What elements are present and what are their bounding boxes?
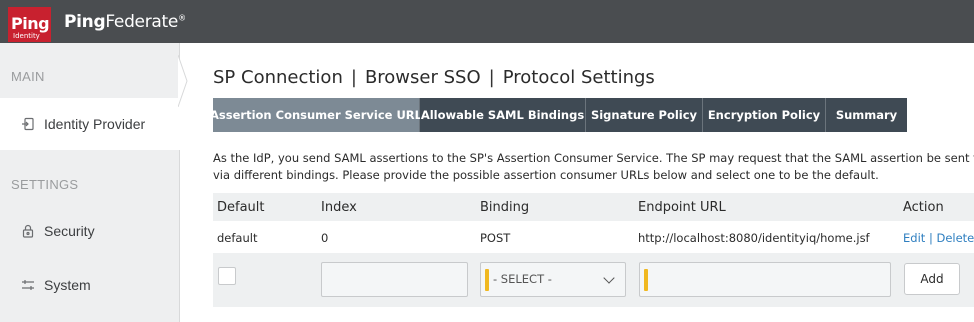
cell-action: Edit | Delete <box>903 231 974 245</box>
tab-encryption-policy[interactable]: Encryption Policy <box>703 98 826 132</box>
tab-assertion-consumer-service-url[interactable]: Assertion Consumer Service URL <box>210 98 422 132</box>
sidebar-item-label: Security <box>44 223 95 239</box>
tab-summary[interactable]: Summary <box>826 98 907 132</box>
ping-identity-logo[interactable]: Ping Identity <box>8 7 51 42</box>
identity-provider-icon <box>20 116 36 132</box>
default-checkbox[interactable] <box>218 267 236 285</box>
edit-link[interactable]: Edit <box>903 231 925 245</box>
sidebar: MAIN Identity Provider SETTINGS Security <box>0 43 180 322</box>
product-name-rest: Federate <box>105 12 179 32</box>
sidebar-section-main: MAIN <box>11 69 45 84</box>
logo-subtext: Identity <box>13 32 40 40</box>
new-entry-row: - SELECT - Add <box>213 253 974 307</box>
breadcrumb-separator: | <box>488 67 495 88</box>
add-button[interactable]: Add <box>904 263 960 295</box>
index-input[interactable] <box>321 262 468 297</box>
column-header-default: Default <box>217 200 265 215</box>
product-name-bold: Ping <box>64 12 106 32</box>
logo-text: Ping <box>11 14 50 33</box>
sidebar-item-label: System <box>44 277 91 293</box>
sidebar-section-settings: SETTINGS <box>11 177 79 192</box>
column-header-action: Action <box>903 200 944 215</box>
active-item-pointer <box>178 55 188 107</box>
column-header-binding: Binding <box>480 200 530 215</box>
required-indicator <box>485 269 489 291</box>
table-row: default 0 POST http://localhost:8080/ide… <box>213 226 974 248</box>
chevron-down-icon <box>603 272 615 284</box>
column-header-index: Index <box>321 200 357 215</box>
sliders-icon <box>20 277 36 293</box>
action-separator: | <box>928 231 933 245</box>
sidebar-item-security[interactable]: Security <box>0 205 180 257</box>
endpoint-url-input[interactable] <box>639 262 891 297</box>
cell-endpoint-url: http://localhost:8080/identityiq/home.js… <box>638 231 870 245</box>
sidebar-item-label: Identity Provider <box>44 116 146 132</box>
wizard-tabs: Assertion Consumer Service URL Allowable… <box>210 98 907 132</box>
binding-select[interactable]: - SELECT - <box>480 262 626 297</box>
sidebar-item-identity-provider[interactable]: Identity Provider <box>0 98 180 150</box>
description-line-2: via different bindings. Please provide t… <box>213 168 879 182</box>
tab-signature-policy[interactable]: Signature Policy <box>586 98 703 132</box>
cell-default: default <box>217 231 258 245</box>
breadcrumb-sp-connection[interactable]: SP Connection <box>213 67 343 88</box>
cell-index: 0 <box>321 231 329 245</box>
top-bar: Ping Identity PingFederate® <box>0 0 974 43</box>
product-mark: ® <box>178 13 186 23</box>
tab-allowable-saml-bindings[interactable]: Allowable SAML Bindings <box>420 98 586 132</box>
sidebar-item-system[interactable]: System <box>0 259 180 311</box>
breadcrumb-separator: | <box>350 67 357 88</box>
breadcrumb: SP Connection | Browser SSO | Protocol Setti… <box>213 67 655 88</box>
lock-icon <box>20 223 36 239</box>
delete-link[interactable]: Delete <box>936 231 974 245</box>
cell-binding: POST <box>480 231 511 245</box>
page-description: As the IdP, you send SAML assertions to … <box>213 150 974 184</box>
table-header: Default Index Binding Endpoint URL Actio… <box>213 193 974 221</box>
required-indicator <box>644 269 648 291</box>
breadcrumb-browser-sso[interactable]: Browser SSO <box>365 67 481 88</box>
column-header-endpoint-url: Endpoint URL <box>638 200 726 215</box>
product-name: PingFederate® <box>64 12 186 32</box>
description-line-1: As the IdP, you send SAML assertions to … <box>213 151 974 165</box>
breadcrumb-protocol-settings: Protocol Settings <box>502 67 655 88</box>
binding-select-value: - SELECT - <box>493 272 552 286</box>
